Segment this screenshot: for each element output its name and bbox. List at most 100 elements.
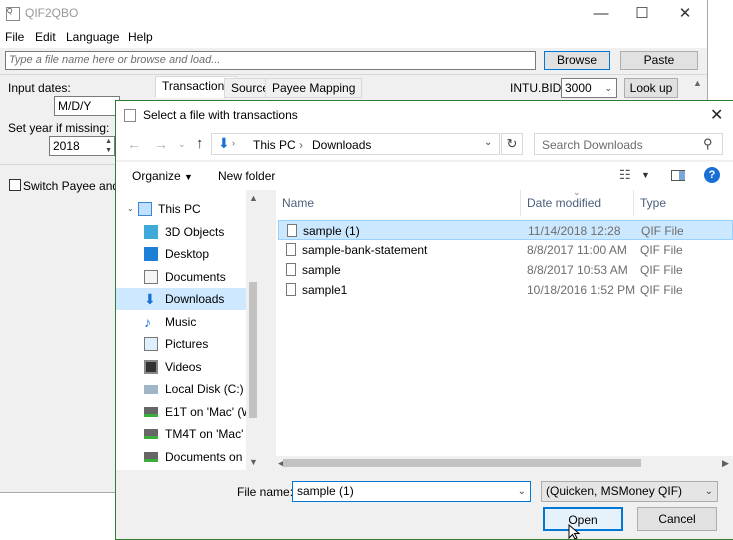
column-divider[interactable]: [633, 190, 634, 216]
nav-item-network-drive-tm4t[interactable]: TM4T on 'Mac' (: [116, 423, 251, 445]
column-header-name[interactable]: Name: [282, 196, 314, 210]
forward-arrow-icon[interactable]: →: [154, 136, 168, 152]
filename-label: File name:: [237, 485, 294, 499]
drive-icon: [144, 385, 158, 394]
stepper-arrows-icon[interactable]: ▲ ▼: [105, 137, 112, 155]
nav-scrollbar[interactable]: ▲ ▼: [246, 190, 260, 470]
tab-payee-mapping[interactable]: Payee Mapping: [265, 78, 363, 98]
nav-item-pictures[interactable]: Pictures: [116, 333, 246, 355]
year-stepper[interactable]: 2018 ▲ ▼: [49, 136, 115, 156]
scroll-up-icon[interactable]: ▲: [249, 193, 258, 203]
file-type-chevron-icon[interactable]: ⌄: [705, 482, 713, 501]
nav-item-network-drive-documents[interactable]: Documents on 'I: [116, 446, 251, 468]
nav-item-local-disk[interactable]: Local Disk (C:): [116, 378, 246, 400]
scroll-down-icon[interactable]: ▼: [249, 457, 258, 467]
date-format-value: M/D/Y: [58, 99, 92, 113]
scroll-right-icon[interactable]: ▶: [722, 458, 729, 469]
minimize-icon[interactable]: —: [578, 0, 624, 28]
date-format-select[interactable]: M/D/Y: [54, 96, 120, 116]
view-chevron-icon[interactable]: ▼: [641, 170, 650, 180]
browse-button[interactable]: Browse: [544, 51, 610, 70]
nav-label: Downloads: [165, 292, 225, 306]
view-options-icon[interactable]: ☷: [619, 167, 631, 183]
file-name: sample1: [302, 283, 348, 297]
close-icon[interactable]: ✕: [662, 0, 708, 28]
lookup-button[interactable]: Look up: [624, 78, 678, 98]
file-list-hscrollbar[interactable]: ◀ ▶: [276, 456, 733, 470]
nav-item-documents[interactable]: Documents: [116, 266, 246, 288]
menu-edit[interactable]: Edit: [35, 30, 56, 44]
dialog-toolbar: Organize ▼ New folder ☷ ▼ ?: [116, 162, 733, 190]
file-row[interactable]: sample 8/8/2017 10:53 AM QIF File: [278, 260, 733, 280]
dialog-close-icon[interactable]: ✕: [710, 105, 723, 125]
file-row[interactable]: sample-bank-statement 8/8/2017 11:00 AM …: [278, 240, 733, 260]
organize-button[interactable]: Organize ▼: [132, 169, 193, 183]
nav-label: Desktop: [165, 247, 210, 261]
refresh-icon[interactable]: ↻: [501, 133, 523, 155]
nav-label: Music: [165, 315, 197, 329]
file-name: sample: [302, 263, 341, 277]
app-title: QIF2QBO: [25, 6, 79, 20]
main-title-bar: Q QIF2QBO — ☐ ✕: [0, 0, 707, 28]
cancel-button[interactable]: Cancel: [637, 507, 717, 531]
filename-input[interactable]: sample (1) ⌄: [292, 481, 531, 502]
videos-icon: [144, 360, 158, 374]
menu-language[interactable]: Language: [66, 30, 119, 44]
nav-item-network-drive-e1t[interactable]: E1T on 'Mac' (W: [116, 401, 253, 423]
file-row[interactable]: sample (1) 11/14/2018 12:28 QIF File: [278, 220, 733, 240]
app-icon: Q: [6, 7, 20, 21]
hscroll-thumb[interactable]: [283, 459, 641, 467]
column-header-date[interactable]: Date modified: [527, 196, 601, 210]
switch-payee-checkbox[interactable]: [9, 179, 21, 191]
nav-label: Documents: [165, 270, 226, 284]
breadcrumb-downloads[interactable]: Downloads: [312, 138, 371, 152]
menu-help[interactable]: Help: [128, 30, 153, 44]
new-folder-button[interactable]: New folder: [218, 169, 275, 183]
address-bar[interactable]: ⬇ › This PC › Downloads ⌄: [211, 133, 500, 155]
collapse-chevron-icon[interactable]: ⌄: [127, 198, 134, 220]
nav-item-videos[interactable]: Videos: [116, 356, 246, 378]
nav-label: Local Disk (C:): [165, 382, 244, 396]
switch-payee-label: Switch Payee and Mem: [23, 179, 115, 193]
nav-label: E1T on 'Mac' (W: [165, 405, 253, 419]
search-input[interactable]: Search Downloads ⚲: [534, 133, 723, 155]
up-arrow-icon[interactable]: ↑: [196, 135, 204, 152]
open-button[interactable]: Open: [543, 507, 623, 531]
recent-chevron-icon[interactable]: ⌄: [178, 139, 186, 150]
nav-label: This PC: [158, 202, 201, 216]
file-type-value: (Quicken, MSMoney QIF): [546, 484, 683, 498]
set-year-label: Set year if missing:: [8, 121, 110, 135]
paste-button[interactable]: Paste: [620, 51, 698, 70]
file-type-select[interactable]: (Quicken, MSMoney QIF) ⌄: [541, 481, 718, 502]
divider: [0, 164, 115, 165]
column-header-type[interactable]: Type: [640, 196, 666, 210]
nav-label: Documents on 'I: [165, 450, 252, 464]
nav-label: TM4T on 'Mac' (: [165, 427, 251, 441]
nav-label: Videos: [165, 360, 202, 374]
breadcrumb-this-pc[interactable]: This PC: [253, 138, 296, 152]
scroll-up-icon[interactable]: ▲: [693, 78, 702, 88]
nav-item-music[interactable]: ♪ Music: [116, 311, 246, 333]
file-row[interactable]: sample1 10/18/2016 1:52 PM QIF File: [278, 280, 733, 300]
nav-item-this-pc[interactable]: ⌄ This PC: [116, 198, 246, 220]
file-name: sample (1): [303, 224, 360, 238]
intu-bid-select[interactable]: 3000 ⌄: [561, 78, 617, 98]
file-type: QIF File: [640, 243, 683, 257]
nav-scroll-thumb[interactable]: [249, 282, 257, 418]
file-path-input[interactable]: Type a file name here or browse and load…: [5, 51, 536, 70]
address-dropdown-icon[interactable]: ⌄: [484, 137, 492, 148]
nav-item-downloads[interactable]: ⬇ Downloads: [116, 288, 259, 310]
nav-item-3d-objects[interactable]: 3D Objects: [116, 221, 246, 243]
help-icon[interactable]: ?: [704, 167, 720, 183]
preview-pane-icon[interactable]: [671, 170, 685, 181]
nav-item-desktop[interactable]: Desktop: [116, 243, 246, 265]
desktop-icon: [144, 247, 158, 261]
file-date: 10/18/2016 1:52 PM: [527, 283, 636, 297]
dialog-title: Select a file with transactions: [143, 108, 298, 122]
file-type: QIF File: [640, 283, 683, 297]
column-divider[interactable]: [520, 190, 521, 216]
filename-dropdown-icon[interactable]: ⌄: [518, 482, 526, 501]
menu-file[interactable]: File: [5, 30, 24, 44]
maximize-icon[interactable]: ☐: [619, 0, 665, 28]
back-arrow-icon[interactable]: ←: [127, 136, 141, 152]
